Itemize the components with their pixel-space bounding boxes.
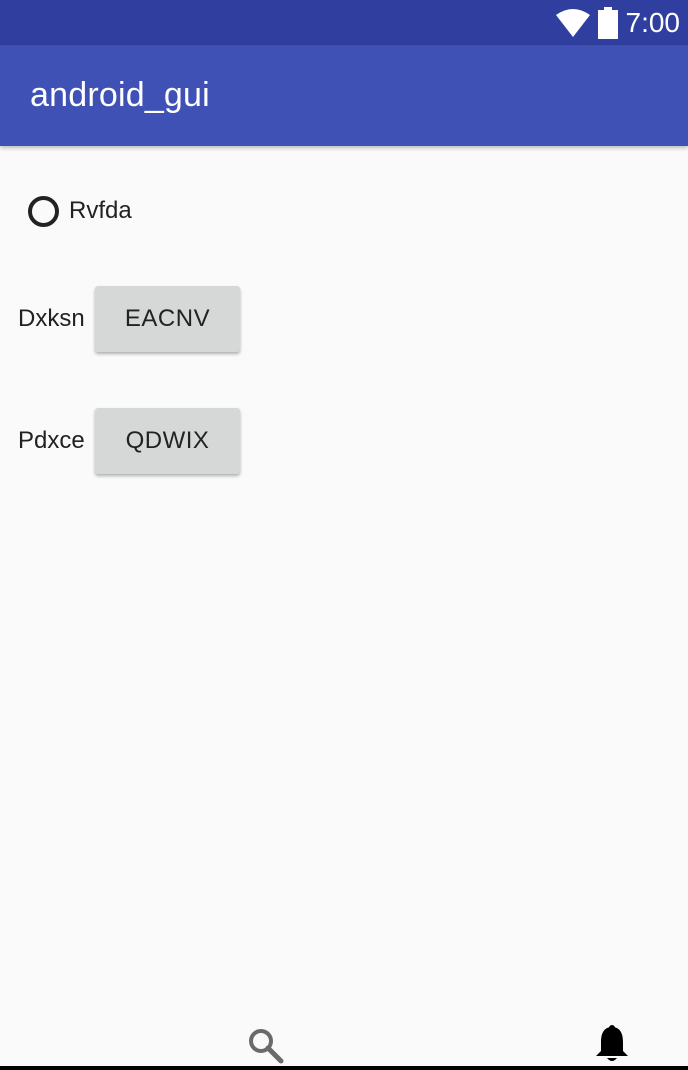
bell-icon[interactable] bbox=[594, 1024, 630, 1064]
eacnv-button[interactable]: EACNV bbox=[95, 286, 240, 352]
form-row-pdxce: Pdxce QDWIX bbox=[18, 408, 240, 474]
bottom-bar bbox=[0, 1012, 688, 1070]
app-title: android_gui bbox=[30, 76, 210, 114]
status-bar: 7:00 bbox=[0, 0, 688, 45]
form-row-dxksn: Dxksn EACNV bbox=[18, 286, 240, 352]
wifi-icon bbox=[555, 8, 590, 37]
radio-label: Rvfda bbox=[69, 197, 132, 224]
status-time: 7:00 bbox=[625, 7, 681, 38]
row-label: Dxksn bbox=[18, 305, 85, 332]
battery-icon bbox=[597, 6, 618, 39]
status-icons: 7:00 bbox=[555, 0, 681, 45]
qdwix-button[interactable]: QDWIX bbox=[95, 408, 240, 474]
radio-circle-icon[interactable] bbox=[28, 195, 59, 227]
row-label: Pdxce bbox=[18, 427, 85, 454]
app-bar: android_gui bbox=[0, 45, 688, 146]
search-icon[interactable] bbox=[246, 1026, 286, 1066]
radio-option-rvfda[interactable]: Rvfda bbox=[28, 191, 132, 231]
bottom-edge-divider bbox=[0, 1066, 688, 1070]
